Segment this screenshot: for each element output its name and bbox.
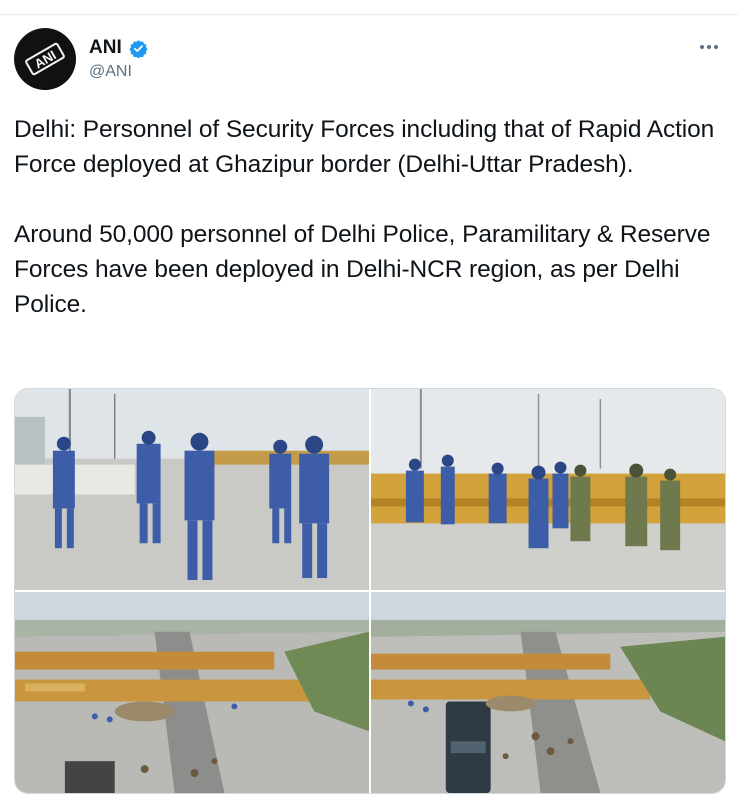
photo-3[interactable] (15, 592, 369, 793)
photo-1[interactable] (15, 389, 369, 590)
tweet-paragraph-2: Around 50,000 personnel of Delhi Police,… (14, 221, 711, 318)
top-divider (0, 14, 738, 15)
media-grid (14, 388, 726, 794)
account-handle[interactable]: @ANI (89, 63, 148, 81)
account-names: ANI @ANI (89, 37, 148, 81)
photo-1-image (15, 389, 369, 590)
verified-badge-icon (129, 39, 148, 58)
photo-4-image (371, 592, 725, 793)
more-options-icon[interactable] (700, 36, 724, 52)
photo-2-image (371, 389, 725, 590)
tweet-paragraph-1: Delhi: Personnel of Security Forces incl… (14, 116, 715, 178)
photo-4[interactable] (371, 592, 725, 793)
display-name[interactable]: ANI (89, 37, 122, 59)
tweet-text: Delhi: Personnel of Security Forces incl… (14, 112, 726, 322)
avatar[interactable]: ANI (14, 28, 76, 90)
photo-2[interactable] (371, 389, 725, 590)
tweet-header: ANI ANI @ANI (14, 28, 724, 92)
ani-logo-icon: ANI (15, 29, 75, 89)
photo-3-image (15, 592, 369, 793)
